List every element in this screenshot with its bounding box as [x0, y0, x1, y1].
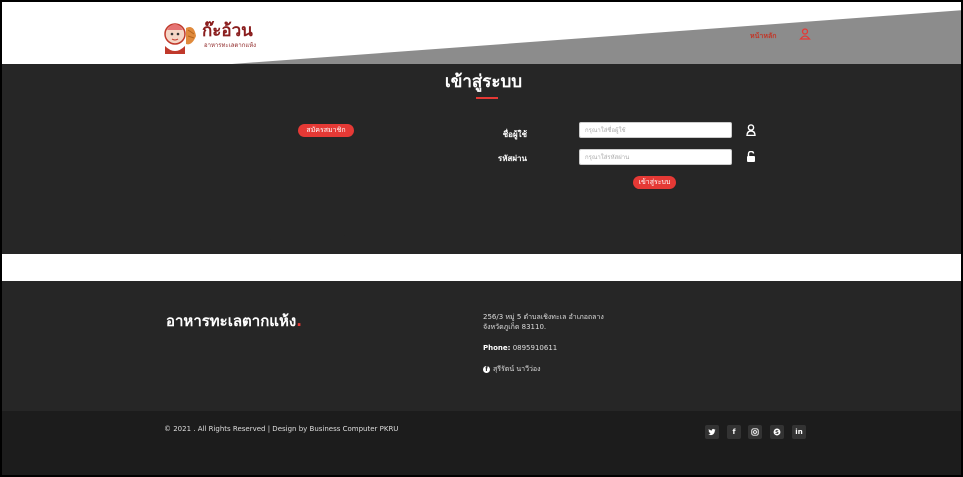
username-input[interactable] — [579, 122, 732, 138]
login-submit-button[interactable]: เข้าสู่ระบบ — [633, 176, 676, 189]
instagram-glyph-icon — [751, 428, 759, 436]
lock-open-icon — [747, 151, 755, 162]
footer-address: 256/3 หมู่ 5 ตำบลเชิงทะเล อำเภอถลาง จังห… — [483, 312, 683, 332]
login-panel-slant — [2, 202, 961, 254]
logo-mascot-icon — [164, 23, 196, 54]
site-header: ก๊ะอ้วน อาหารทะเลตากแห้ง หน้าหลัก — [2, 2, 961, 64]
copyright-text: © 2021 . All Rights Reserved | Design by… — [164, 425, 399, 433]
address-line-2: จังหวัดภูเก็ต 83110. — [483, 323, 547, 331]
instagram-icon[interactable] — [748, 425, 762, 439]
skype-glyph-icon: S — [773, 428, 781, 436]
header-background-slant — [232, 10, 961, 64]
nav-home-link[interactable]: หน้าหลัก — [750, 31, 776, 42]
username-label: ชื่อผู้ใช้ — [502, 130, 527, 139]
facebook-icon[interactable]: f — [727, 425, 741, 439]
user-icon[interactable] — [799, 28, 811, 40]
logo-subtitle: อาหารทะเลตากแห้ง — [204, 42, 257, 49]
site-logo[interactable]: ก๊ะอ้วน อาหารทะเลตากแห้ง — [162, 16, 287, 56]
footer-phone: Phone: 0895910611 — [483, 344, 557, 352]
title-underline — [476, 97, 498, 99]
footer-brand-dot: . — [296, 312, 302, 330]
page-title: เข้าสู่ระบบ — [444, 72, 523, 92]
register-button[interactable]: สมัครสมาชิก — [298, 124, 354, 137]
user-icon — [746, 124, 756, 136]
footer-brand: อาหารทะเลตากแห้ง. — [166, 309, 302, 333]
footer-brand-text: อาหารทะเลตากแห้ง — [166, 312, 297, 330]
address-line-1: 256/3 หมู่ 5 ตำบลเชิงทะเล อำเภอถลาง — [483, 313, 604, 321]
twitter-bird-icon — [708, 428, 716, 436]
password-input[interactable] — [579, 149, 732, 165]
linkedin-icon[interactable]: in — [792, 425, 806, 439]
facebook-icon: f — [483, 365, 490, 373]
page-frame: ก๊ะอ้วน อาหารทะเลตากแห้ง หน้าหลัก เข้าสู… — [0, 0, 963, 477]
skype-icon[interactable]: S — [770, 425, 784, 439]
svg-text:S: S — [775, 430, 779, 436]
phone-label: Phone: — [483, 344, 511, 352]
twitter-icon[interactable] — [705, 425, 719, 439]
footer-owner-link[interactable]: f สุรีรัตน์ นาวีว่อง — [483, 364, 541, 375]
owner-name: สุรีรัตน์ นาวีว่อง — [493, 365, 541, 373]
bottom-bar — [2, 411, 961, 475]
phone-value: 0895910611 — [512, 344, 558, 352]
password-label: รหัสผ่าน — [497, 154, 527, 163]
